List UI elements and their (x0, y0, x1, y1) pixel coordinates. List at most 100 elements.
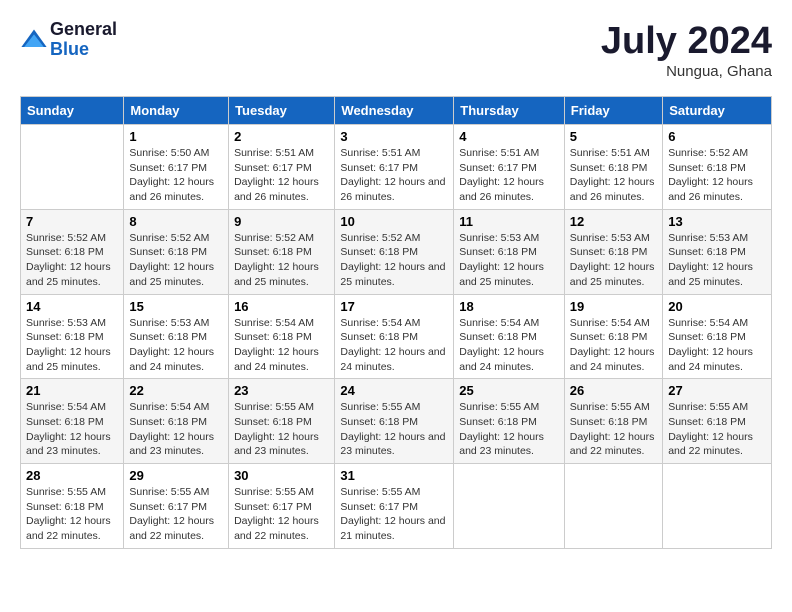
sunset-text: Sunset: 6:17 PM (340, 161, 448, 176)
calendar-cell: 20 Sunrise: 5:54 AM Sunset: 6:18 PM Dayl… (663, 294, 772, 379)
sunrise-text: Sunrise: 5:55 AM (234, 400, 329, 415)
sunrise-text: Sunrise: 5:52 AM (340, 231, 448, 246)
day-info: Sunrise: 5:51 AM Sunset: 6:17 PM Dayligh… (340, 146, 448, 205)
calendar-cell: 22 Sunrise: 5:54 AM Sunset: 6:18 PM Dayl… (124, 379, 229, 464)
day-info: Sunrise: 5:53 AM Sunset: 6:18 PM Dayligh… (570, 231, 657, 290)
calendar-cell: 17 Sunrise: 5:54 AM Sunset: 6:18 PM Dayl… (335, 294, 454, 379)
sunset-text: Sunset: 6:18 PM (340, 245, 448, 260)
sunrise-text: Sunrise: 5:52 AM (234, 231, 329, 246)
day-number: 13 (668, 214, 766, 229)
day-number: 12 (570, 214, 657, 229)
calendar-cell: 25 Sunrise: 5:55 AM Sunset: 6:18 PM Dayl… (454, 379, 565, 464)
daylight-text: Daylight: 12 hours and 25 minutes. (570, 260, 657, 289)
calendar-cell: 18 Sunrise: 5:54 AM Sunset: 6:18 PM Dayl… (454, 294, 565, 379)
sunset-text: Sunset: 6:18 PM (570, 245, 657, 260)
day-info: Sunrise: 5:52 AM Sunset: 6:18 PM Dayligh… (668, 146, 766, 205)
sunrise-text: Sunrise: 5:51 AM (234, 146, 329, 161)
day-info: Sunrise: 5:55 AM Sunset: 6:18 PM Dayligh… (340, 400, 448, 459)
day-info: Sunrise: 5:54 AM Sunset: 6:18 PM Dayligh… (570, 316, 657, 375)
calendar-cell: 10 Sunrise: 5:52 AM Sunset: 6:18 PM Dayl… (335, 209, 454, 294)
daylight-text: Daylight: 12 hours and 23 minutes. (129, 430, 223, 459)
day-info: Sunrise: 5:55 AM Sunset: 6:17 PM Dayligh… (340, 485, 448, 544)
calendar-header-row: Sunday Monday Tuesday Wednesday Thursday… (21, 97, 772, 125)
day-number: 15 (129, 299, 223, 314)
sunrise-text: Sunrise: 5:55 AM (234, 485, 329, 500)
day-number: 11 (459, 214, 559, 229)
daylight-text: Daylight: 12 hours and 23 minutes. (459, 430, 559, 459)
sunset-text: Sunset: 6:18 PM (129, 245, 223, 260)
calendar-week-row: 21 Sunrise: 5:54 AM Sunset: 6:18 PM Dayl… (21, 379, 772, 464)
header-wednesday: Wednesday (335, 97, 454, 125)
calendar-cell (564, 464, 662, 549)
calendar-cell (663, 464, 772, 549)
daylight-text: Daylight: 12 hours and 22 minutes. (668, 430, 766, 459)
calendar-cell: 14 Sunrise: 5:53 AM Sunset: 6:18 PM Dayl… (21, 294, 124, 379)
header-friday: Friday (564, 97, 662, 125)
sunrise-text: Sunrise: 5:53 AM (459, 231, 559, 246)
sunset-text: Sunset: 6:18 PM (668, 415, 766, 430)
daylight-text: Daylight: 12 hours and 26 minutes. (129, 175, 223, 204)
sunset-text: Sunset: 6:18 PM (459, 415, 559, 430)
calendar-cell: 16 Sunrise: 5:54 AM Sunset: 6:18 PM Dayl… (229, 294, 335, 379)
day-number: 27 (668, 383, 766, 398)
day-info: Sunrise: 5:52 AM Sunset: 6:18 PM Dayligh… (26, 231, 118, 290)
day-info: Sunrise: 5:54 AM Sunset: 6:18 PM Dayligh… (459, 316, 559, 375)
sunset-text: Sunset: 6:17 PM (234, 161, 329, 176)
day-info: Sunrise: 5:54 AM Sunset: 6:18 PM Dayligh… (26, 400, 118, 459)
day-number: 16 (234, 299, 329, 314)
title-area: July 2024 Nungua, Ghana (601, 20, 772, 80)
daylight-text: Daylight: 12 hours and 24 minutes. (340, 345, 448, 374)
sunset-text: Sunset: 6:18 PM (668, 330, 766, 345)
sunset-text: Sunset: 6:18 PM (26, 245, 118, 260)
sunset-text: Sunset: 6:17 PM (129, 500, 223, 515)
sunrise-text: Sunrise: 5:52 AM (668, 146, 766, 161)
daylight-text: Daylight: 12 hours and 25 minutes. (234, 260, 329, 289)
day-info: Sunrise: 5:54 AM Sunset: 6:18 PM Dayligh… (129, 400, 223, 459)
calendar-cell: 13 Sunrise: 5:53 AM Sunset: 6:18 PM Dayl… (663, 209, 772, 294)
header-sunday: Sunday (21, 97, 124, 125)
daylight-text: Daylight: 12 hours and 26 minutes. (459, 175, 559, 204)
sunset-text: Sunset: 6:18 PM (668, 245, 766, 260)
sunrise-text: Sunrise: 5:54 AM (459, 316, 559, 331)
daylight-text: Daylight: 12 hours and 25 minutes. (668, 260, 766, 289)
calendar-cell: 12 Sunrise: 5:53 AM Sunset: 6:18 PM Dayl… (564, 209, 662, 294)
day-info: Sunrise: 5:55 AM Sunset: 6:18 PM Dayligh… (459, 400, 559, 459)
calendar-cell: 26 Sunrise: 5:55 AM Sunset: 6:18 PM Dayl… (564, 379, 662, 464)
day-info: Sunrise: 5:51 AM Sunset: 6:17 PM Dayligh… (234, 146, 329, 205)
header-monday: Monday (124, 97, 229, 125)
header-saturday: Saturday (663, 97, 772, 125)
sunrise-text: Sunrise: 5:54 AM (570, 316, 657, 331)
sunset-text: Sunset: 6:17 PM (459, 161, 559, 176)
daylight-text: Daylight: 12 hours and 25 minutes. (340, 260, 448, 289)
day-number: 24 (340, 383, 448, 398)
day-number: 31 (340, 468, 448, 483)
calendar-cell: 21 Sunrise: 5:54 AM Sunset: 6:18 PM Dayl… (21, 379, 124, 464)
sunrise-text: Sunrise: 5:50 AM (129, 146, 223, 161)
daylight-text: Daylight: 12 hours and 22 minutes. (129, 514, 223, 543)
calendar-cell: 27 Sunrise: 5:55 AM Sunset: 6:18 PM Dayl… (663, 379, 772, 464)
day-number: 3 (340, 129, 448, 144)
daylight-text: Daylight: 12 hours and 25 minutes. (26, 260, 118, 289)
sunset-text: Sunset: 6:18 PM (26, 330, 118, 345)
day-info: Sunrise: 5:55 AM Sunset: 6:17 PM Dayligh… (129, 485, 223, 544)
sunrise-text: Sunrise: 5:54 AM (129, 400, 223, 415)
calendar-cell: 3 Sunrise: 5:51 AM Sunset: 6:17 PM Dayli… (335, 125, 454, 210)
calendar-week-row: 14 Sunrise: 5:53 AM Sunset: 6:18 PM Dayl… (21, 294, 772, 379)
calendar-cell: 5 Sunrise: 5:51 AM Sunset: 6:18 PM Dayli… (564, 125, 662, 210)
sunrise-text: Sunrise: 5:51 AM (340, 146, 448, 161)
calendar-week-row: 28 Sunrise: 5:55 AM Sunset: 6:18 PM Dayl… (21, 464, 772, 549)
daylight-text: Daylight: 12 hours and 22 minutes. (570, 430, 657, 459)
sunset-text: Sunset: 6:18 PM (26, 500, 118, 515)
calendar-cell: 1 Sunrise: 5:50 AM Sunset: 6:17 PM Dayli… (124, 125, 229, 210)
daylight-text: Daylight: 12 hours and 23 minutes. (340, 430, 448, 459)
day-number: 20 (668, 299, 766, 314)
day-number: 21 (26, 383, 118, 398)
day-info: Sunrise: 5:54 AM Sunset: 6:18 PM Dayligh… (340, 316, 448, 375)
sunrise-text: Sunrise: 5:54 AM (26, 400, 118, 415)
day-number: 10 (340, 214, 448, 229)
sunset-text: Sunset: 6:18 PM (340, 415, 448, 430)
sunrise-text: Sunrise: 5:55 AM (340, 485, 448, 500)
day-number: 17 (340, 299, 448, 314)
daylight-text: Daylight: 12 hours and 24 minutes. (668, 345, 766, 374)
day-info: Sunrise: 5:51 AM Sunset: 6:17 PM Dayligh… (459, 146, 559, 205)
